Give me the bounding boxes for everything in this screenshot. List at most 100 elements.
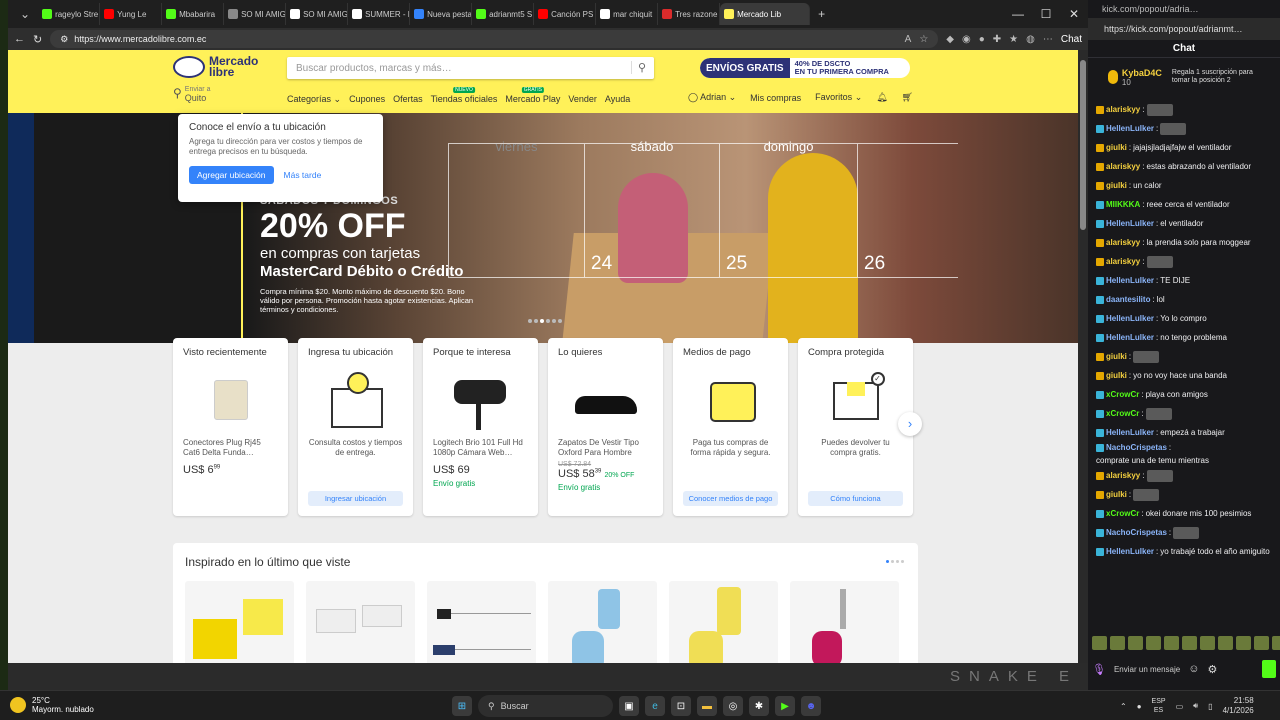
chat-username[interactable]: daantesilito <box>1106 294 1150 305</box>
chat-message[interactable]: HellenLulker: yo trabajé todo el año amig… <box>1096 542 1274 561</box>
chat-message[interactable]: alariskyy: la prendia solo para moggear <box>1096 233 1274 252</box>
nav-mercado-play[interactable]: GRATIS Mercado Play <box>505 87 560 105</box>
extension-icon[interactable]: ◉ <box>962 34 971 45</box>
product-thumbnail-blue-terminal[interactable] <box>548 581 657 663</box>
hero-carousel[interactable]: viernes sábado24 domingo25 26 SÁBADOS Y … <box>8 113 1078 343</box>
back-icon[interactable]: ← <box>14 33 25 45</box>
chat-message[interactable]: giulki: <box>1096 485 1274 504</box>
chat-username[interactable]: giulki <box>1106 351 1127 362</box>
nav-ofertas[interactable]: Ofertas <box>393 94 423 105</box>
extension-icon[interactable]: ● <box>979 34 985 45</box>
clock[interactable]: 21:58 4/1/2026 <box>1223 696 1254 716</box>
browser-tab[interactable]: SO MI AMIG <box>286 3 349 25</box>
nav-cupones[interactable]: Cupones <box>349 94 385 105</box>
user-menu[interactable]: ◯ Adrian ⌄ <box>688 92 736 103</box>
search-icon[interactable]: ⚲ <box>630 61 646 74</box>
chat-message[interactable]: NachoCrispetas: <box>1096 523 1274 542</box>
cart-icon[interactable]: 🛒︎ <box>902 92 913 103</box>
chat-username[interactable]: MIIKKKA <box>1106 199 1140 210</box>
chat-username[interactable]: HellenLulker <box>1106 427 1154 438</box>
more-menu-icon[interactable]: ⋯ <box>1043 34 1053 45</box>
chat-username[interactable]: alariskyy <box>1106 470 1140 481</box>
tray-app-icon[interactable]: ● <box>1137 702 1142 711</box>
chat-username[interactable]: alariskyy <box>1106 237 1140 248</box>
windows-start-icon[interactable]: ⊞ <box>452 696 472 716</box>
language-indicator[interactable]: ESP ES <box>1152 697 1166 715</box>
chat-message[interactable]: xCrowCr: <box>1096 404 1274 423</box>
later-button[interactable]: Más tarde <box>284 170 322 180</box>
chat-message[interactable]: giulki: un calor <box>1096 176 1274 195</box>
chat-message[interactable]: HellenLulker: TE DIJE <box>1096 271 1274 290</box>
chat-message[interactable]: alariskyy: <box>1096 252 1274 271</box>
carousel-dots[interactable] <box>528 319 562 323</box>
location-selector[interactable]: ⚲ Enviar a Quito <box>173 86 210 103</box>
chat-username[interactable]: NachoCrispetas <box>1106 442 1167 453</box>
chat-message[interactable]: xCrowCr: okei donare mis 100 pesimios <box>1096 504 1274 523</box>
close-icon[interactable]: ✕ <box>1060 7 1088 21</box>
browser-tab[interactable]: Yung Le <box>100 3 163 25</box>
add-location-button[interactable]: Agregar ubicación <box>189 166 274 184</box>
browser-tab[interactable]: adrianmt5 S <box>472 3 535 25</box>
enter-location-button[interactable]: Ingresar ubicación <box>308 491 403 506</box>
browser-tab[interactable]: Mercado Lib <box>720 3 811 25</box>
extension-icon[interactable]: ◆ <box>946 34 954 45</box>
favorite-star-icon[interactable]: ☆ <box>919 34 928 45</box>
url-field[interactable]: ⚙ https://www.mercadolibre.com.ec A ☆ <box>50 30 939 48</box>
browser-tab[interactable]: SO MI AMIG <box>224 3 287 25</box>
minimize-icon[interactable]: — <box>1004 7 1032 21</box>
chat-message[interactable]: NachoCrispetas: comprate una de temu mien… <box>1096 442 1274 466</box>
kick-icon[interactable]: ▶ <box>775 696 795 716</box>
product-thumbnail-capacitors[interactable] <box>427 581 536 663</box>
chat-message[interactable]: HellenLulker: empezá a trabajar <box>1096 423 1274 442</box>
carousel-next-icon[interactable]: › <box>898 412 922 436</box>
nav-ayuda[interactable]: Ayuda <box>605 94 630 105</box>
card-location[interactable]: Ingresa tu ubicación Consulta costos y t… <box>298 338 413 516</box>
chat-message[interactable]: HellenLulker: el ventilador <box>1096 214 1274 233</box>
battery-icon[interactable]: ▯ <box>1208 702 1212 711</box>
pinned-gift-leaderboard[interactable]: KybaD4C 10 Regala 1 suscripción para toma… <box>1088 62 1280 92</box>
payment-methods-button[interactable]: Conocer medios de pago <box>683 491 778 506</box>
new-tab-icon[interactable]: + <box>810 7 833 21</box>
taskbar-search[interactable]: ⚲ Buscar <box>478 695 613 717</box>
site-info-icon[interactable]: ⚙ <box>60 34 68 45</box>
chat-username[interactable]: xCrowCr <box>1106 408 1139 419</box>
product-thumbnail-connector[interactable] <box>306 581 415 663</box>
chat-message[interactable]: HellenLulker: no tengo problema <box>1096 328 1274 347</box>
mic-icon[interactable]: 🎙︎ <box>1092 663 1106 676</box>
mercadolibre-logo[interactable]: Mercado libre <box>173 55 258 78</box>
maximize-icon[interactable]: ☐ <box>1032 7 1060 21</box>
chat-input[interactable]: 🎙︎ Enviar un mensaje ☺ ⚙ <box>1092 655 1276 683</box>
product-thumbnail-yellow-terminal[interactable] <box>669 581 778 663</box>
chat-username[interactable]: alariskyy <box>1106 104 1140 115</box>
chat-message[interactable]: giulki: jajajsjladjajfajw el ventilador <box>1096 138 1274 157</box>
card-payment-methods[interactable]: Medios de pago Paga tus compras de forma… <box>673 338 788 516</box>
scrollbar-thumb[interactable] <box>1080 60 1086 230</box>
weather-widget[interactable]: 25°C Mayorm. nublado <box>10 696 94 714</box>
chat-username[interactable]: giulki <box>1106 180 1127 191</box>
nav-categorias[interactable]: Categorías ⌄ <box>287 94 341 105</box>
browser-tab[interactable]: Tres razone <box>658 3 721 25</box>
browser-tab[interactable]: mar chiquit <box>596 3 659 25</box>
chat-message[interactable]: giulki: <box>1096 347 1274 366</box>
card-interest[interactable]: Porque te interesa Logitech Brio 101 Ful… <box>423 338 538 516</box>
copilot-chat-button[interactable]: Chat <box>1061 34 1082 45</box>
chat-username[interactable]: NachoCrispetas <box>1106 527 1167 538</box>
chat-username[interactable]: alariskyy <box>1106 256 1140 267</box>
chat-username[interactable]: HellenLulker <box>1106 332 1154 343</box>
task-view-icon[interactable]: ▣ <box>619 696 639 716</box>
chat-username[interactable]: HellenLulker <box>1106 218 1154 229</box>
browser-tab[interactable]: rageylo Stre <box>38 3 101 25</box>
file-explorer-icon[interactable]: ▬ <box>697 696 717 716</box>
chat-message[interactable]: alariskyy: <box>1096 466 1274 485</box>
search-input[interactable]: Buscar productos, marcas y más… ⚲ <box>287 57 654 79</box>
chat-send-button[interactable] <box>1262 660 1276 678</box>
page-scrollbar[interactable] <box>1078 50 1088 663</box>
chat-username[interactable]: HellenLulker <box>1106 546 1154 557</box>
product-thumbnail-red-terminal[interactable] <box>790 581 899 663</box>
chat-username[interactable]: HellenLulker <box>1106 313 1154 324</box>
section-pager[interactable] <box>886 560 904 563</box>
product-thumbnail-fuses[interactable] <box>185 581 294 663</box>
browser-tab[interactable]: Mbabarira <box>162 3 225 25</box>
nav-vender[interactable]: Vender <box>568 94 597 105</box>
tab-list-icon[interactable]: ⌄ <box>12 7 38 21</box>
